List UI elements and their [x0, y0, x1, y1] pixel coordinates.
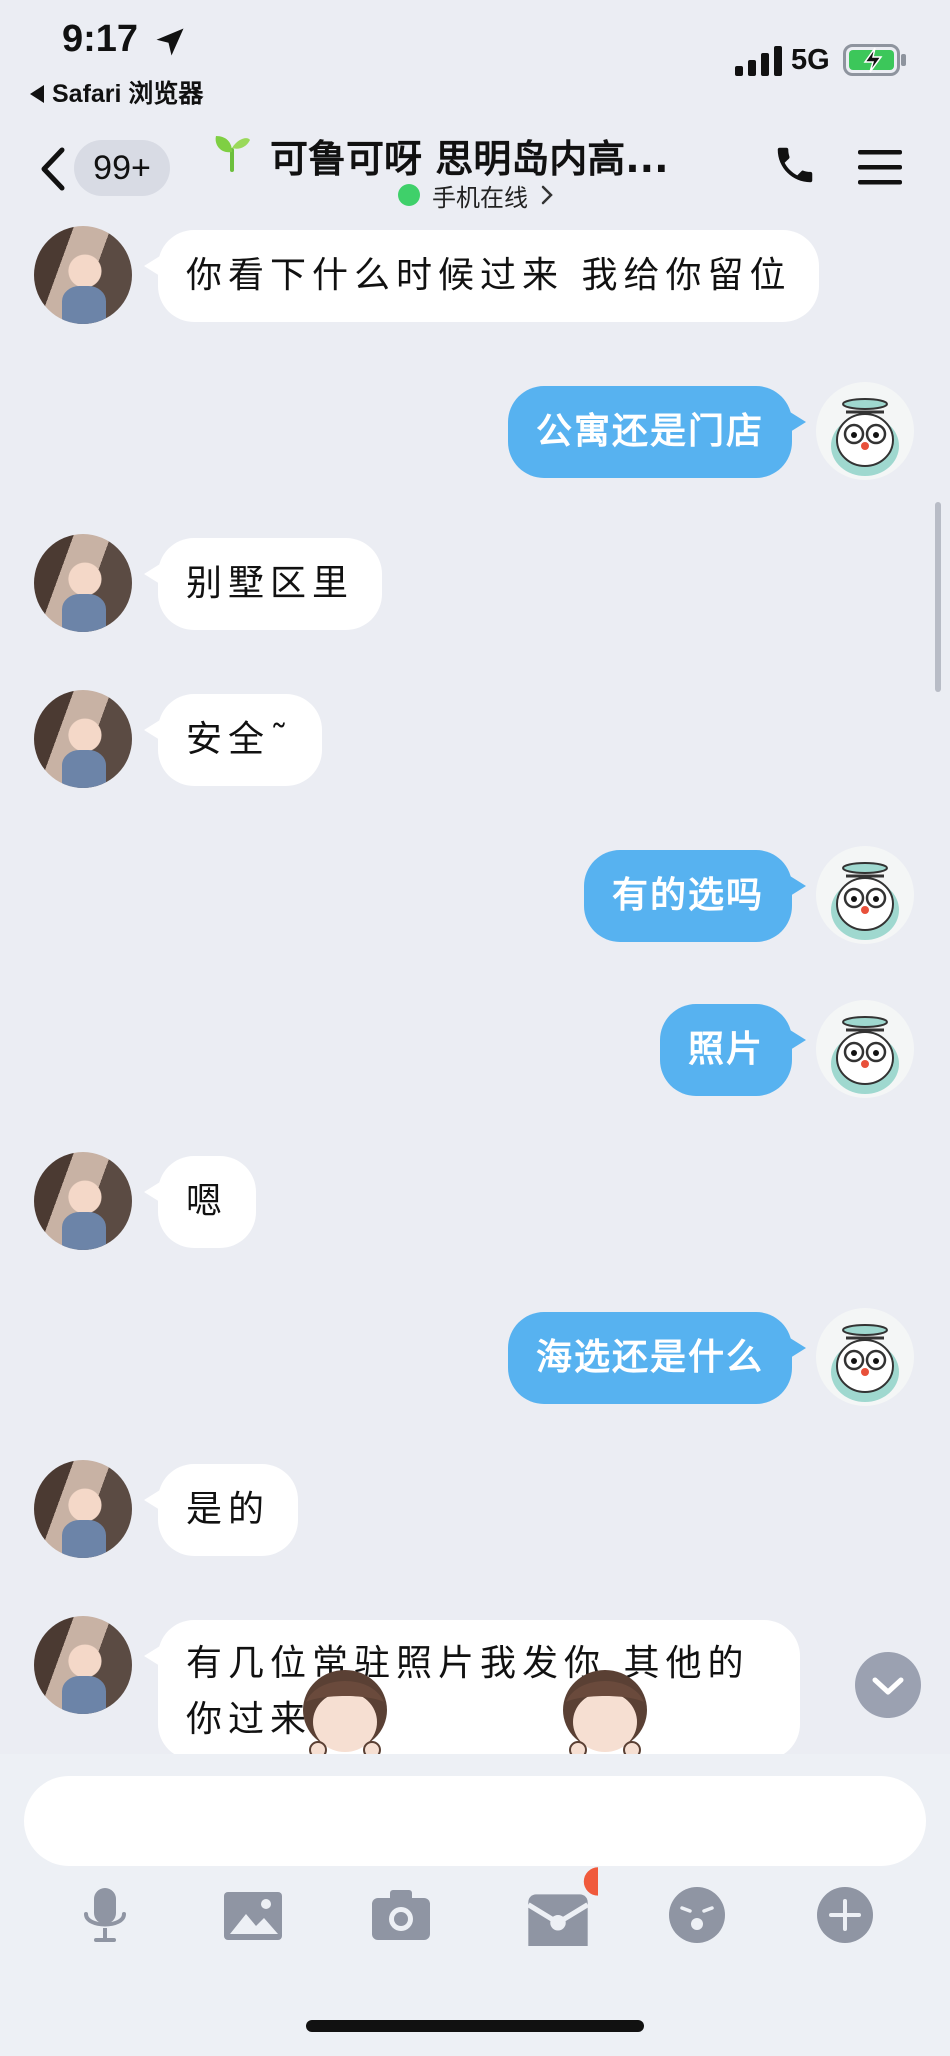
incoming-message-bubble[interactable]: 是的 [143, 1464, 299, 1556]
back-triangle-icon [30, 85, 44, 103]
chat-title[interactable]: 可鲁可呀 思明岛内高... [270, 128, 669, 183]
contact-avatar[interactable] [34, 1616, 132, 1714]
my-avatar[interactable] [816, 382, 914, 480]
scroll-to-bottom-button[interactable] [855, 1652, 921, 1720]
outgoing-message-bubble[interactable]: 公寓还是门店 [507, 386, 807, 478]
microphone-icon[interactable] [74, 1884, 136, 1946]
my-avatar[interactable] [816, 846, 914, 944]
scrollbar-thumb[interactable] [935, 502, 941, 692]
phone-call-icon[interactable] [772, 142, 818, 188]
my-avatar[interactable] [816, 1308, 914, 1406]
incoming-message-bubble[interactable]: 嗯 [143, 1156, 257, 1248]
message-input[interactable] [24, 1776, 926, 1866]
red-packet-icon[interactable] [518, 1866, 598, 1946]
status-bar: 9:17 Safari 浏览器 5G [0, 0, 950, 110]
contact-avatar[interactable] [34, 226, 132, 324]
home-indicator[interactable] [306, 2020, 644, 2032]
composer [0, 1754, 950, 2056]
outgoing-message-bubble[interactable]: 海选还是什么 [507, 1312, 807, 1404]
outgoing-message-bubble[interactable]: 照片 [659, 1004, 807, 1096]
chat-header: 99+ 可鲁可呀 思明岛内高... 手机在线 [0, 110, 950, 222]
chevron-down-icon [872, 1677, 904, 1720]
contact-avatar[interactable] [34, 690, 132, 788]
battery-charging-icon [843, 44, 906, 76]
outgoing-message-bubble[interactable]: 有的选吗 [583, 850, 807, 942]
cartoon-cat-avatar-icon [831, 398, 899, 476]
camera-icon[interactable] [370, 1884, 432, 1946]
image-icon[interactable] [222, 1884, 284, 1946]
back-app-label: Safari 浏览器 [52, 80, 204, 108]
incoming-message-bubble[interactable]: 有几位常驻照片我发你 其他的你过来选 [144, 1620, 800, 1760]
online-status-dot [398, 184, 420, 206]
peeking-character-sticker [563, 1670, 647, 1754]
cartoon-cat-avatar-icon [831, 862, 899, 940]
incoming-message-bubble[interactable]: 安全˜ [143, 694, 323, 786]
back-to-safari-link[interactable]: Safari 浏览器 [30, 74, 203, 110]
chevron-right-icon [541, 185, 553, 205]
network-type: 5G [791, 44, 830, 76]
peeking-character-sticker [303, 1670, 387, 1754]
contact-avatar[interactable] [34, 1460, 132, 1558]
contact-avatar[interactable] [34, 1152, 132, 1250]
incoming-message-bubble[interactable]: 你看下什么时候过来 我给你留位 [143, 230, 820, 322]
back-chevron-icon[interactable] [38, 146, 68, 192]
cellular-signal-icon [735, 46, 782, 76]
unread-count-badge[interactable]: 99+ [74, 140, 170, 196]
incoming-message-bubble[interactable]: 别墅区里 [143, 538, 383, 630]
sprout-icon [215, 136, 250, 172]
contact-avatar[interactable] [34, 534, 132, 632]
location-arrow-icon [156, 28, 184, 56]
plus-icon[interactable] [814, 1884, 876, 1946]
menu-icon[interactable] [858, 148, 902, 186]
status-time: 9:17 [62, 18, 139, 60]
cartoon-cat-avatar-icon [831, 1324, 899, 1402]
cartoon-cat-avatar-icon [831, 1016, 899, 1094]
my-avatar[interactable] [816, 1000, 914, 1098]
emoji-icon[interactable] [666, 1884, 728, 1946]
online-status-text[interactable]: 手机在线 [432, 178, 528, 213]
